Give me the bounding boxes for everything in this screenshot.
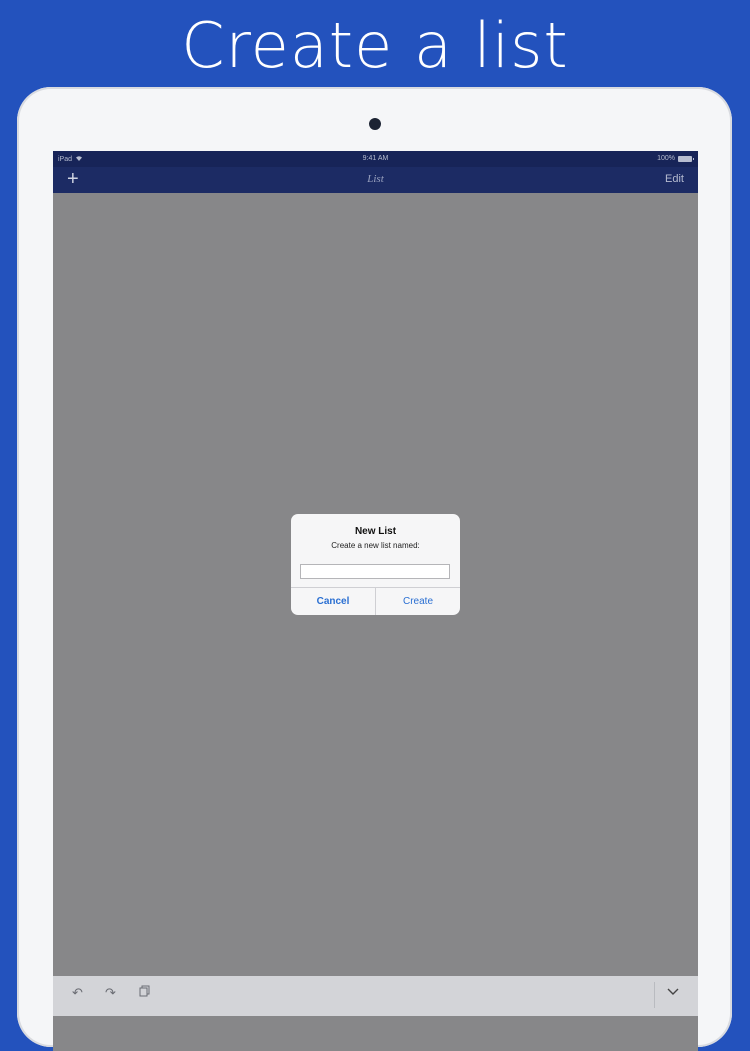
new-list-alert: New List Create a new list named: Cancel… bbox=[291, 514, 460, 615]
list-name-input[interactable] bbox=[300, 564, 450, 579]
cancel-button[interactable]: Cancel bbox=[291, 588, 376, 615]
app-screen: iPad 9:41 AM 100% + List Edit New List C… bbox=[53, 151, 698, 1051]
paste-icon[interactable] bbox=[139, 985, 150, 1000]
ipad-device: iPad 9:41 AM 100% + List Edit New List C… bbox=[17, 87, 732, 1051]
alert-buttons: Cancel Create bbox=[291, 587, 460, 615]
status-time: 9:41 AM bbox=[362, 155, 389, 162]
keyboard-dismiss-icon[interactable] bbox=[667, 984, 679, 999]
undo-icon[interactable]: ↶ bbox=[72, 985, 83, 1001]
alert-title: New List bbox=[354, 526, 397, 537]
redo-icon[interactable]: ↷ bbox=[105, 985, 116, 1001]
keyboard-toolbar: ↶ ↷ bbox=[53, 976, 698, 1016]
battery-percent: 100% bbox=[657, 155, 675, 162]
create-button[interactable]: Create bbox=[376, 588, 460, 615]
status-bar: iPad 9:41 AM 100% bbox=[53, 151, 698, 167]
nav-title: List bbox=[367, 173, 384, 185]
battery-icon bbox=[678, 155, 694, 162]
promo-headline: Create a list bbox=[181, 9, 569, 82]
front-camera bbox=[369, 118, 381, 130]
alert-message: Create a new list named: bbox=[331, 541, 420, 550]
navigation-bar: + List Edit bbox=[53, 167, 698, 193]
toolbar-divider bbox=[654, 982, 655, 1008]
edit-button[interactable]: Edit bbox=[665, 173, 684, 185]
